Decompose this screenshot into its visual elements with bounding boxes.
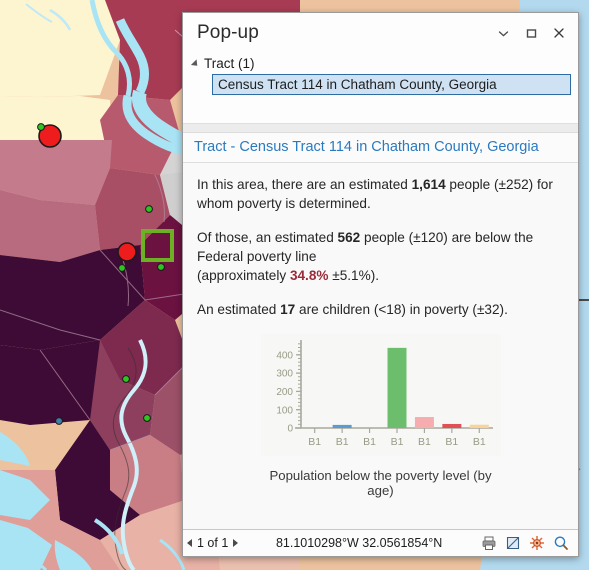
p3-text-a: An estimated xyxy=(197,302,281,317)
zoom-to-icon[interactable] xyxy=(552,535,569,552)
map-point xyxy=(143,414,151,422)
close-icon[interactable] xyxy=(546,20,572,46)
p2-value-percent: 34.8% xyxy=(289,268,329,283)
compass-icon[interactable] xyxy=(528,535,545,552)
p3-value-children: 17 xyxy=(280,302,296,317)
map-point-blue xyxy=(55,417,63,425)
p2-text-d: ±5.1%). xyxy=(328,268,380,283)
svg-text:100: 100 xyxy=(276,405,293,416)
prev-record-icon[interactable] xyxy=(187,539,192,547)
p3-text-b: are children (<18) in poverty (±32). xyxy=(295,302,508,317)
p1-value-total: 1,614 xyxy=(411,177,446,192)
map-point xyxy=(118,264,126,272)
paragraph-children: An estimated 17 are children (<18) in po… xyxy=(197,300,564,319)
expand-triangle-icon[interactable] xyxy=(190,58,201,69)
svg-text:300: 300 xyxy=(276,369,293,380)
results-tree[interactable]: Tract (1) Census Tract 114 in Chatham Co… xyxy=(183,53,578,123)
paragraph-population: In this area, there are an estimated 1,6… xyxy=(197,175,564,213)
statusbar-tools xyxy=(480,535,572,552)
map-marker-small xyxy=(117,242,137,262)
svg-text:200: 200 xyxy=(276,387,293,398)
tree-group-label: Tract (1) xyxy=(204,56,255,71)
popup-window[interactable]: Pop-up Tract (1) Census Tract 114 in Cha… xyxy=(182,12,579,557)
svg-text:400: 400 xyxy=(276,350,293,361)
list-item-selected[interactable]: Census Tract 114 in Chatham County, Geor… xyxy=(212,74,571,95)
svg-text:B1: B1 xyxy=(390,436,403,448)
window-controls xyxy=(490,20,572,46)
chart-plot-area: 0 100 200 300 400 B1 B1 B1 B1 B1 B1 B1 xyxy=(260,334,501,456)
select-shape-icon[interactable] xyxy=(504,535,521,552)
svg-text:B1: B1 xyxy=(363,436,376,448)
chart-caption: Population below the poverty level (by a… xyxy=(269,468,492,498)
svg-text:B1: B1 xyxy=(308,436,321,448)
chevron-down-icon[interactable] xyxy=(490,20,516,46)
popup-statusbar: 1 of 1 81.1010298°W 32.0561854°N xyxy=(183,529,578,556)
popup-titlebar[interactable]: Pop-up xyxy=(183,13,578,53)
svg-text:B1: B1 xyxy=(445,436,458,448)
p2-text-c: (approximately xyxy=(197,268,290,283)
feature-title-link[interactable]: Tract - Census Tract 114 in Chatham Coun… xyxy=(183,133,578,163)
map-point xyxy=(122,375,130,383)
print-icon[interactable] xyxy=(480,535,497,552)
popup-body: In this area, there are an estimated 1,6… xyxy=(183,163,578,529)
screen: Pop-up Tract (1) Census Tract 114 in Cha… xyxy=(0,0,589,570)
map-point xyxy=(37,123,45,131)
svg-text:B1: B1 xyxy=(335,436,348,448)
svg-text:B1: B1 xyxy=(418,436,431,448)
p2-text-a: Of those, an estimated xyxy=(197,230,338,245)
record-counter: 1 of 1 xyxy=(197,536,229,550)
tree-empty-space xyxy=(183,95,578,123)
svg-text:0: 0 xyxy=(287,424,293,435)
panel-splitter[interactable] xyxy=(183,123,578,133)
map-point xyxy=(145,205,153,213)
record-pager[interactable]: 1 of 1 xyxy=(187,536,239,550)
bar-chart-graphic: 0 100 200 300 400 B1 B1 B1 B1 B1 B1 B1 xyxy=(260,334,501,456)
paragraph-below-poverty: Of those, an estimated 562 people (±120)… xyxy=(197,228,564,285)
map-point xyxy=(157,263,165,271)
tree-group-tract[interactable]: Tract (1) xyxy=(183,55,578,72)
maximize-icon[interactable] xyxy=(518,20,544,46)
p2-value-count: 562 xyxy=(337,230,361,245)
svg-text:B1: B1 xyxy=(472,436,485,448)
poverty-chart[interactable]: 0 100 200 300 400 B1 B1 B1 B1 B1 B1 B1 Population b… xyxy=(260,334,501,498)
p1-text-a: In this area, there are an estimated xyxy=(197,177,412,192)
page-title: Pop-up xyxy=(197,22,259,43)
coordinates-readout: 81.1010298°W 32.0561854°N xyxy=(275,536,443,550)
